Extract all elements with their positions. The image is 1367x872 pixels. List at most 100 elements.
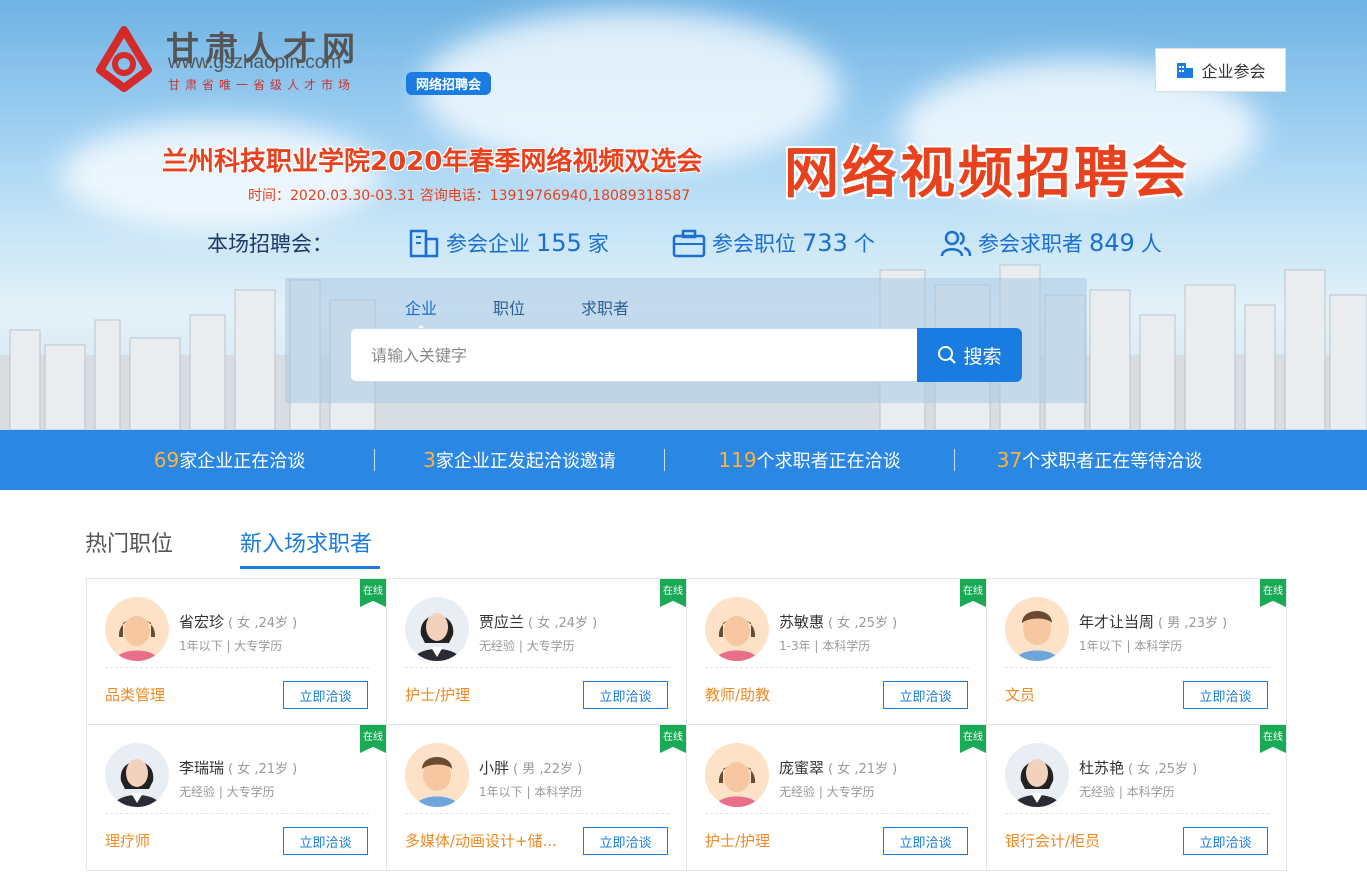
seeker-experience: 无经验 | 大专学历 [479,639,575,653]
online-badge: 在线 [960,579,986,607]
online-badge: 在线 [1260,579,1286,607]
talk-button[interactable]: 立即洽谈 [883,827,968,855]
seeker-job: 银行会计/柜员 [1005,832,1101,850]
tab-hot-jobs[interactable]: 热门职位 [85,526,205,566]
seeker-name: 李瑞瑞( 女 ,21岁 ) [179,759,298,777]
card-divider [105,667,369,668]
logo-badge: 网络招聘会 [406,72,492,95]
seeker-name: 省宏珍( 女 ,24岁 ) [179,613,298,631]
seeker-meta: ( 女 ,24岁 ) [528,616,598,631]
event-time-info: 时间：2020.03.30-03.31 咨询电话：13919766940,180… [248,188,691,204]
seeker-name: 庞蜜翠( 女 ,21岁 ) [779,759,898,777]
seeker-card[interactable]: 在线杜苏艳( 女 ,25岁 ) 无经验 | 本科学历银行会计/柜员 立即洽谈 [987,725,1287,871]
talk-button[interactable]: 立即洽谈 [883,681,968,709]
seeker-experience: 1年以下 | 大专学历 [179,639,283,653]
search-tab-company[interactable]: 企业 [405,295,437,330]
live-stat-companies-talking: 69家企业正在洽谈 [153,448,306,472]
search-panel: 企业 职位 求职者 搜索 [285,278,1087,403]
seeker-experience: 1年以下 | 本科学历 [1079,639,1183,653]
online-badge: 在线 [660,579,686,607]
seeker-meta: ( 女 ,21岁 ) [228,762,298,777]
card-divider [1005,667,1269,668]
seeker-card[interactable]: 在线贾应兰( 女 ,24岁 ) 无经验 | 大专学历护士/护理 立即洽谈 [387,579,687,725]
logo-url: www.gszhaopin.com [168,52,342,73]
online-badge: 在线 [360,725,386,753]
live-stat-companies-inviting: 3家企业正发起洽谈邀请 [423,448,616,472]
seeker-meta: ( 男 ,22岁 ) [513,762,583,777]
seeker-job: 护士/护理 [405,686,471,704]
online-badge: 在线 [1260,725,1286,753]
online-badge: 在线 [660,725,686,753]
seeker-meta: ( 女 ,21岁 ) [828,762,898,777]
logo-icon [96,26,152,92]
live-status-bar: 69家企业正在洽谈 3家企业正发起洽谈邀请 119个求职者正在洽谈 37个求职者… [0,430,1367,490]
building-icon [1177,63,1194,78]
card-divider [405,813,669,814]
talk-button[interactable]: 立即洽谈 [1183,827,1268,855]
users-icon [940,230,972,257]
avatar [405,743,469,807]
card-divider [705,667,969,668]
talk-button[interactable]: 立即洽谈 [283,827,368,855]
online-badge: 在线 [360,579,386,607]
seeker-card[interactable]: 在线年才让当周( 男 ,23岁 ) 1年以下 | 本科学历文员 立即洽谈 [987,579,1287,725]
seeker-grid: 在线 省宏珍( 女 ,24岁 ) 1年以下 | 大专学历 品类管理 立即洽谈 在线 贾应兰(… [86,578,1287,871]
seeker-experience: 无经验 | 大专学历 [779,785,875,799]
stat-companies: 参会企业 155 家 [408,228,609,258]
company-icon [409,229,439,258]
seeker-meta: ( 男 ,23岁 ) [1158,616,1228,631]
fair-stats: 本场招聘会： 参会企业 155 家 参会职位 733 个 参会求职者 849 人 [0,228,1367,260]
seeker-name: 苏敏惠( 女 ,25岁 ) [779,613,898,631]
search-button-label: 搜索 [963,345,1002,368]
stats-label: 本场招聘会： [207,232,333,256]
seeker-meta: ( 女 ,25岁 ) [1128,762,1198,777]
avatar [1005,743,1069,807]
seeker-experience: 1-3年 | 本科学历 [779,639,871,653]
seeker-card[interactable]: 在线李瑞瑞( 女 ,21岁 ) 无经验 | 大专学历理疗师 立即洽谈 [87,725,387,871]
seeker-card[interactable]: 在线 省宏珍( 女 ,24岁 ) 1年以下 | 大专学历 品类管理 立即洽谈 [87,579,387,725]
seeker-meta: ( 女 ,24岁 ) [228,616,298,631]
search-button[interactable]: 搜索 [917,328,1022,382]
tab-new-seekers[interactable]: 新入场求职者 [240,526,380,569]
talk-button[interactable]: 立即洽谈 [283,681,368,709]
seeker-experience: 1年以下 | 本科学历 [479,785,583,799]
event-headline: 兰州科技职业学院2020年春季网络视频双选会 [162,147,703,177]
avatar [705,743,769,807]
seeker-card[interactable]: 在线庞蜜翠( 女 ,21岁 ) 无经验 | 大专学历护士/护理 立即洽谈 [687,725,987,871]
seeker-job: 多媒体/动画设计+储... [405,832,557,850]
card-divider [405,667,669,668]
live-stat-seekers-talking: 119个求职者正在洽谈 [718,448,901,472]
logo-slogan: 甘肃省唯一省级人才市场 [168,78,356,92]
live-stat-seekers-waiting: 37个求职者正在等待洽谈 [996,448,1203,472]
online-badge: 在线 [960,725,986,753]
avatar [405,597,469,661]
stat-seekers: 参会求职者 849 人 [940,228,1162,258]
seeker-experience: 无经验 | 本科学历 [1079,785,1175,799]
stat-positions: 参会职位 733 个 [672,228,875,258]
card-divider [705,813,969,814]
seeker-job: 护士/护理 [705,832,771,850]
seeker-name: 贾应兰( 女 ,24岁 ) [479,613,598,631]
seeker-card[interactable]: 在线苏敏惠( 女 ,25岁 ) 1-3年 | 本科学历教师/助教 立即洽谈 [687,579,987,725]
seeker-experience: 无经验 | 大专学历 [179,785,275,799]
company-join-label: 企业参会 [1201,62,1266,81]
avatar [705,597,769,661]
seeker-name: 年才让当周( 男 ,23岁 ) [1079,613,1228,631]
seeker-card[interactable]: 在线 小胖( 男 ,22岁 ) 1年以下 | 本科学历 多媒体/动画设计+储... 立即… [387,725,687,871]
talk-button[interactable]: 立即洽谈 [583,681,668,709]
avatar [105,743,169,807]
seeker-job: 文员 [1005,686,1036,704]
search-tab-position[interactable]: 职位 [493,295,525,319]
talk-button[interactable]: 立即洽谈 [1183,681,1268,709]
seeker-job: 理疗师 [105,832,151,850]
search-tab-seeker[interactable]: 求职者 [581,295,629,319]
seeker-job: 教师/助教 [705,686,771,704]
talk-button[interactable]: 立即洽谈 [583,827,668,855]
seeker-meta: ( 女 ,25岁 ) [828,616,898,631]
event-big-title: 网络视频招聘会 [784,140,1191,205]
company-join-button[interactable]: 企业参会 [1155,48,1286,92]
search-icon [938,346,957,364]
search-input[interactable] [350,328,918,382]
site-logo[interactable]: 甘肃人才网 www.gszhaopin.com 甘肃省唯一省级人才市场 网络招聘… [88,22,528,102]
seeker-name: 杜苏艳( 女 ,25岁 ) [1079,759,1198,777]
